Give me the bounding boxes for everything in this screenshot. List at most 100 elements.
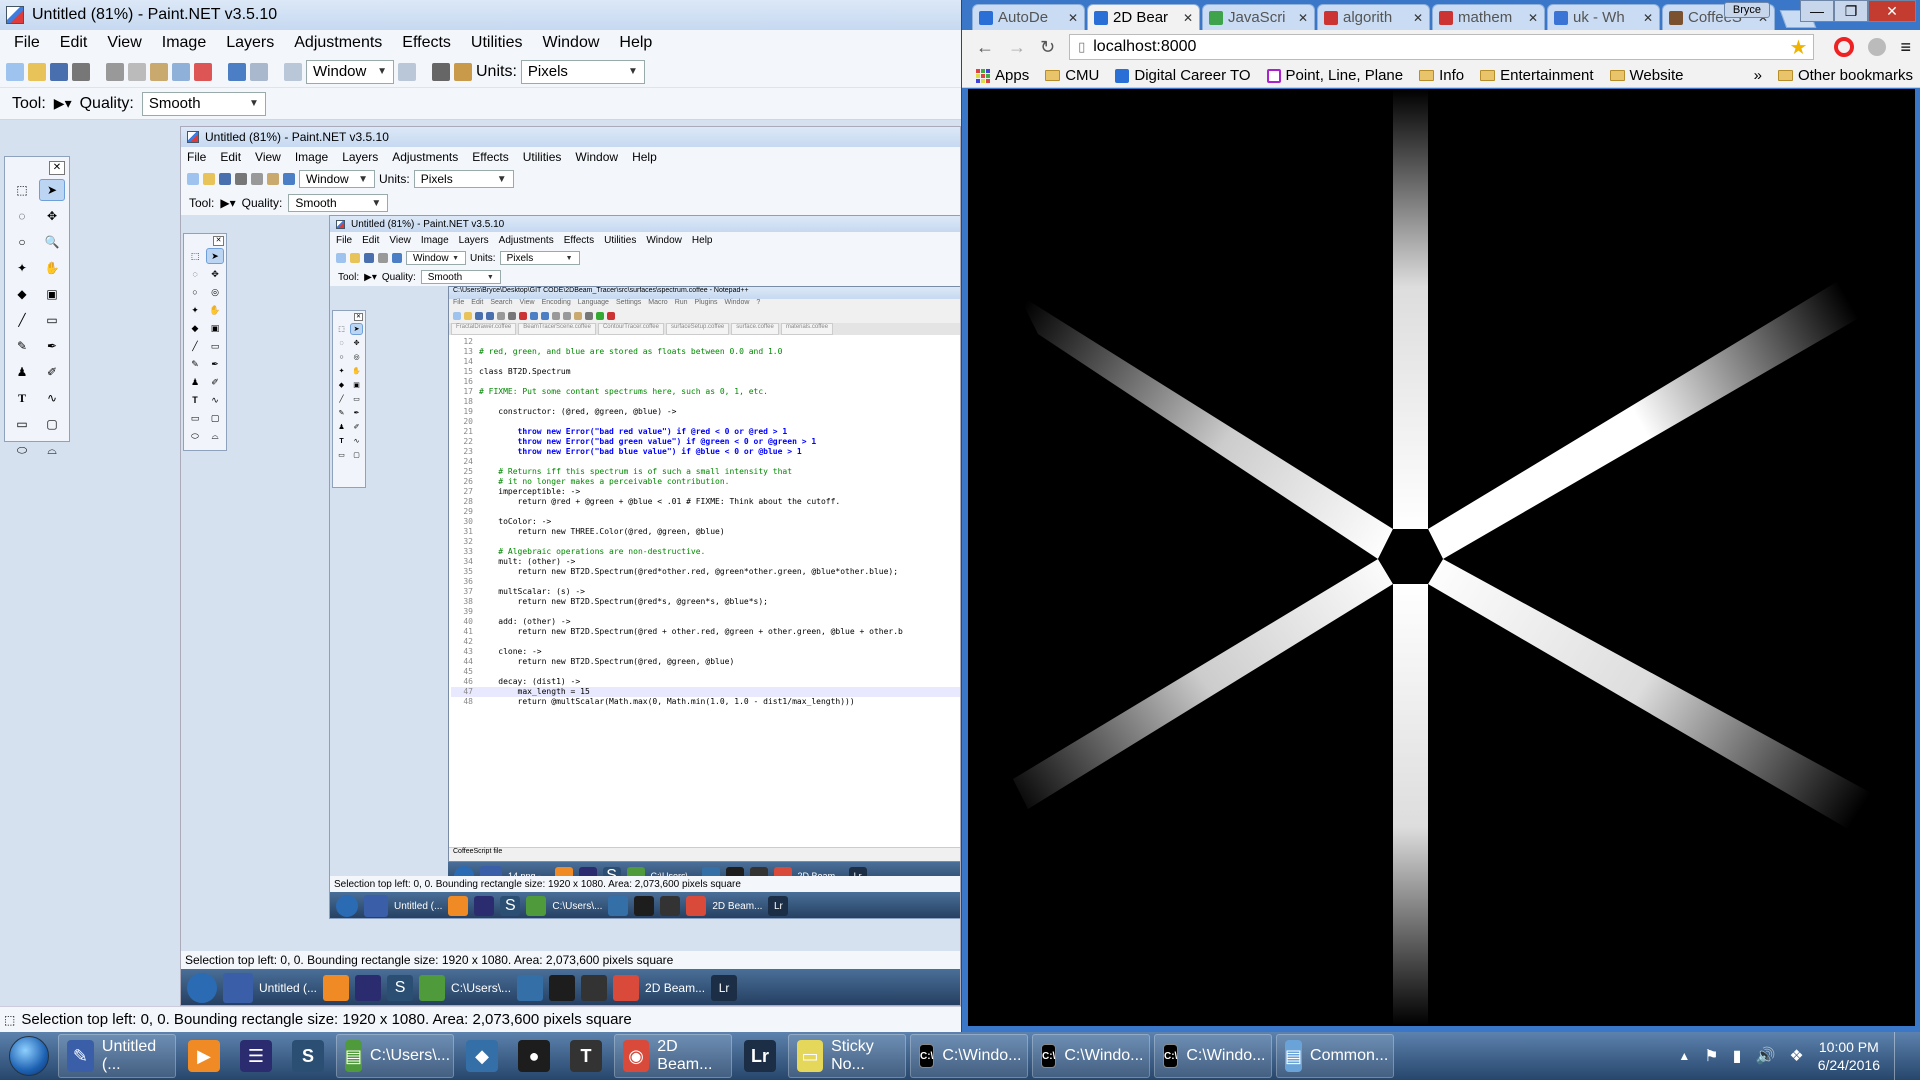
address-bar[interactable]: ▯ localhost:8000 ★ [1069,34,1815,60]
forward-icon[interactable]: → [1008,37,1026,58]
recolor-icon[interactable]: ✐ [39,361,65,383]
chrome-tab[interactable]: mathem ✕ [1432,4,1545,30]
extension-icon[interactable] [1868,38,1887,56]
chrome-tab[interactable]: AutoDe ✕ [972,4,1085,30]
paint-bucket-icon[interactable]: ◆ [9,283,35,305]
zoom-in-icon[interactable] [398,62,416,81]
paintbrush-icon[interactable]: ╱ [9,309,35,331]
notepad-menu-item[interactable]: File [453,299,464,309]
reload-icon[interactable]: ↻ [1040,37,1055,58]
zoom-icon[interactable] [284,62,302,81]
taskbar-button[interactable]: Lr [736,1034,784,1078]
canvas-image[interactable]: Untitled (81%) - Paint.NET v3.5.10 File E… [180,126,961,1006]
line-curve-icon[interactable]: ∿ [39,387,65,409]
taskbar-button[interactable]: C:\ C:\Windo... [1154,1034,1272,1078]
tab-close-icon[interactable]: ✕ [1643,11,1653,25]
print-icon[interactable] [72,62,90,81]
start-button[interactable] [0,1032,58,1080]
menu-view[interactable]: View [97,34,151,52]
notepad-menu-item[interactable]: Encoding [542,299,571,309]
menu-file[interactable]: File [4,34,50,52]
notepad-file-tab[interactable]: BeamTracerScene.coffee [518,323,596,335]
cut-icon[interactable] [106,62,124,81]
clone-stamp-icon[interactable]: ♟ [9,361,35,383]
taskbar-button[interactable]: ◆ [458,1034,506,1078]
color-picker-icon[interactable]: ✒ [39,335,65,357]
units-combo[interactable]: Pixels ▼ [520,59,645,84]
move-tool-icon[interactable]: ▶▾ [54,95,72,112]
tab-close-icon[interactable]: ✕ [1528,11,1538,25]
gradient-icon[interactable]: ▣ [39,283,65,305]
freeform-shape-icon[interactable]: ⌓ [39,439,65,461]
taskbar-button[interactable]: T [562,1034,610,1078]
other-bookmarks[interactable]: Other bookmarks [1777,67,1913,84]
notepad-menu-item[interactable]: Macro [648,299,667,309]
move-icon[interactable]: ✥ [39,205,65,227]
notepad-file-tab[interactable]: surface.coffee [731,323,779,335]
notepad-menu-item[interactable]: Edit [471,299,483,309]
rect-select-icon[interactable]: ⬚ [9,179,35,201]
tab-close-icon[interactable]: ✕ [1298,11,1308,25]
taskbar-button[interactable]: ✎ Untitled (... [58,1034,176,1078]
taskbar-button[interactable]: ● [510,1034,558,1078]
notepad-file-tab[interactable]: FractalDrawer.coffee [451,323,517,335]
taskbar-button[interactable]: ▭ Sticky No... [788,1034,906,1078]
paste-icon[interactable] [150,62,168,81]
paintnet-title-bar[interactable]: Untitled (81%) - Paint.NET v3.5.10 [0,0,961,30]
menu-layers[interactable]: Layers [216,34,284,52]
zoom-combo[interactable]: Window ▼ [306,59,394,84]
lasso-icon[interactable]: ◌ [9,205,35,227]
chrome-tab[interactable]: JavaScri ✕ [1202,4,1315,30]
clock[interactable]: 10:00 PM 6/24/2016 [1818,1038,1880,1074]
tab-close-icon[interactable]: ✕ [1068,11,1078,25]
notepad-file-tab[interactable]: ContourTracer.coffee [597,323,664,335]
bookmark-digital-career[interactable]: Digital Career TO [1115,67,1251,84]
taskbar-button[interactable]: S [284,1034,332,1078]
text-icon[interactable]: T [9,387,35,409]
notepad-menu-item[interactable]: Search [490,299,512,309]
menu-effects[interactable]: Effects [392,34,461,52]
new-icon[interactable] [6,62,24,81]
rounded-rect-icon[interactable]: ▢ [39,413,65,435]
grid-icon[interactable] [432,62,450,81]
minimize-icon[interactable]: — [1800,0,1834,22]
chrome-tab[interactable]: 2D Bear ✕ [1087,4,1200,30]
magic-wand-icon[interactable]: ✦ [9,257,35,279]
ellipse-icon[interactable]: ⬭ [9,439,35,461]
taskbar-button[interactable]: ▤ Common... [1276,1034,1394,1078]
taskbar-button[interactable]: ◉ 2D Beam... [614,1034,732,1078]
profile-button[interactable]: Bryce [1723,2,1770,18]
ruler-icon[interactable] [454,62,472,81]
undo-icon[interactable] [228,62,246,81]
notepad-menu-item[interactable]: Settings [616,299,641,309]
dropbox-icon[interactable]: ❖ [1789,1046,1803,1066]
notepad-menu-item[interactable]: Plugins [695,299,718,309]
menu-utilities[interactable]: Utilities [461,34,533,52]
bookmark-website[interactable]: Website [1609,67,1683,84]
bookmark-info[interactable]: Info [1419,67,1464,84]
taskbar-button[interactable]: ▤ C:\Users\... [336,1034,454,1078]
opera-icon[interactable] [1834,37,1855,57]
copy-icon[interactable] [128,62,146,81]
menu-image[interactable]: Image [152,34,216,52]
star-icon[interactable]: ★ [1790,35,1808,60]
open-icon[interactable] [28,62,46,81]
notepad-file-tab[interactable]: materials.coffee [780,323,834,335]
action-center-icon[interactable]: ⚑ [1704,1046,1718,1066]
notepad-file-tab[interactable]: surfaceSetup.coffee [665,323,730,335]
menu-adjustments[interactable]: Adjustments [284,34,392,52]
rectangle-icon[interactable]: ▭ [9,413,35,435]
maximize-icon[interactable]: ❐ [1834,0,1868,22]
bookmarks-overflow[interactable]: » [1754,67,1762,84]
zoom-tool-icon[interactable]: 🔍 [39,231,65,253]
menu-edit[interactable]: Edit [50,34,98,52]
bookmark-entertainment[interactable]: Entertainment [1480,67,1594,84]
bookmark-cmu[interactable]: CMU [1045,67,1099,84]
menu-help[interactable]: Help [609,34,662,52]
menu-window[interactable]: Window [532,34,609,52]
pan-icon[interactable]: ✋ [39,257,65,279]
webgl-canvas[interactable] [968,89,1915,1026]
notepad-menu-item[interactable]: Run [675,299,688,309]
show-desktop-button[interactable] [1894,1032,1906,1080]
taskbar-button[interactable]: ▶ [180,1034,228,1078]
